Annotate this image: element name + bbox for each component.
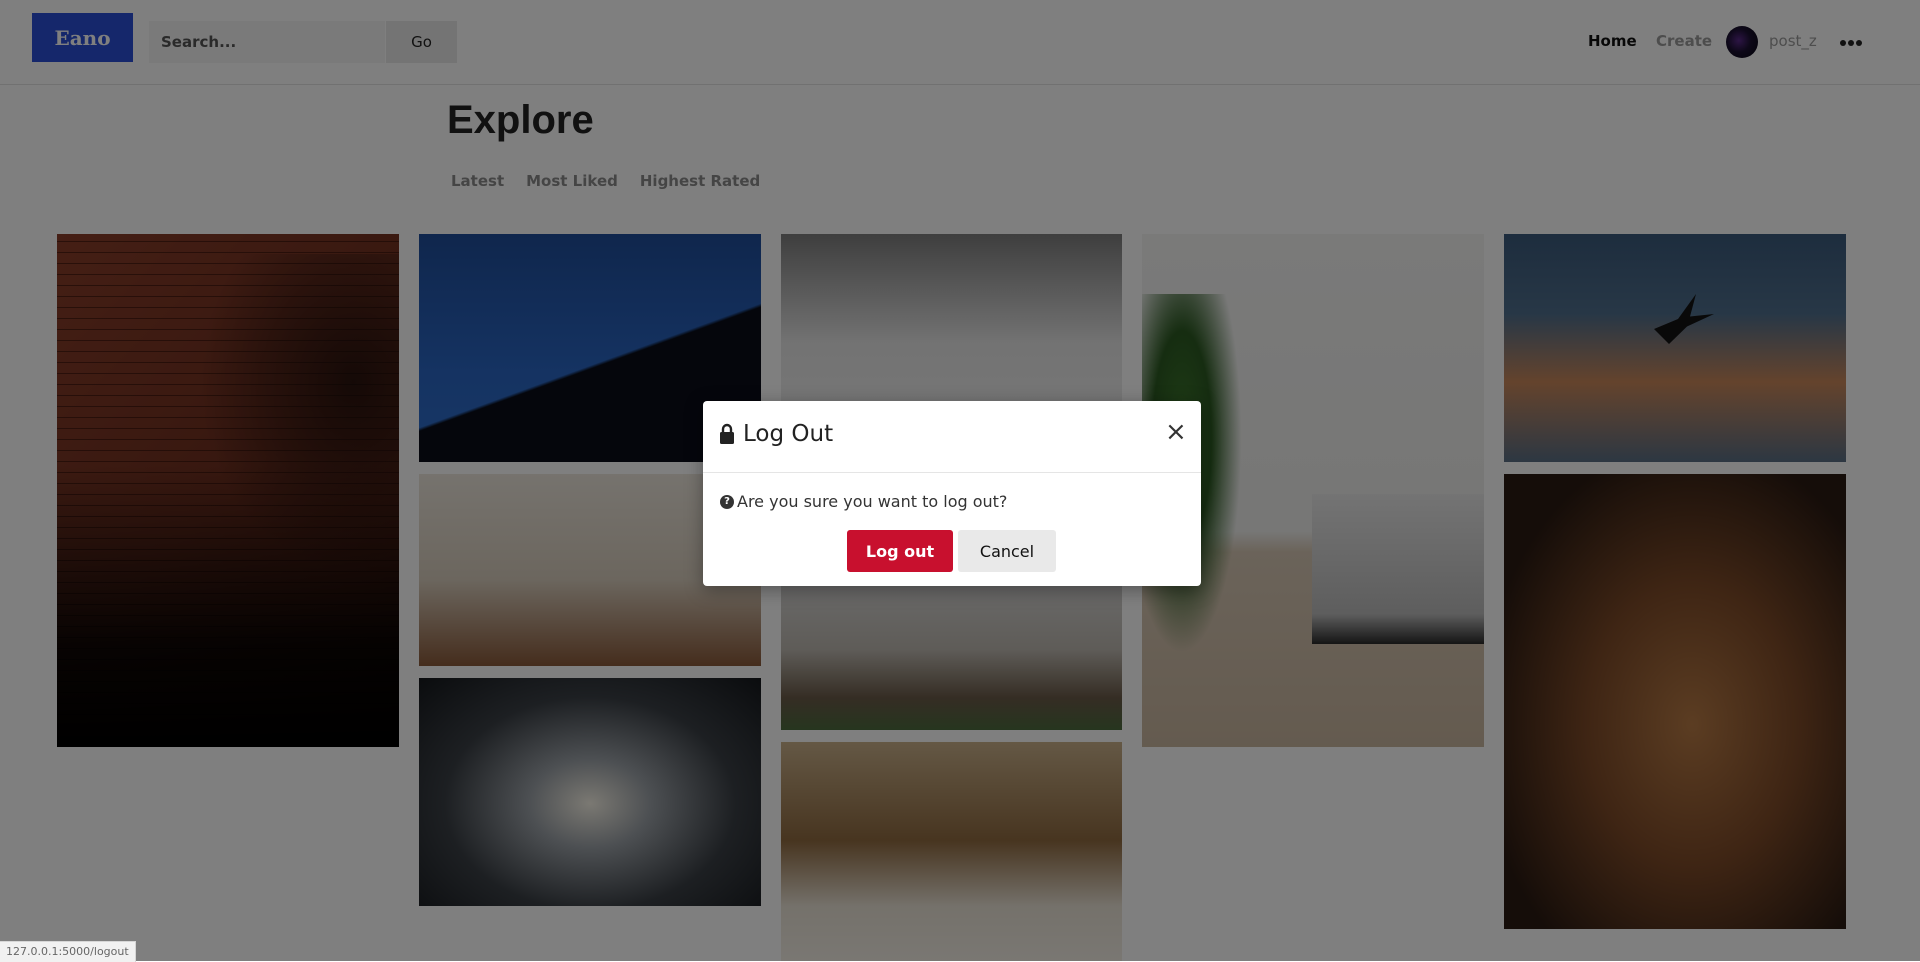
modal-title: Log Out — [743, 421, 834, 447]
cancel-button[interactable]: Cancel — [958, 530, 1056, 572]
question-circle-icon: ? — [720, 495, 734, 509]
logout-modal: Log Out × ? Are you sure you want to log… — [703, 401, 1201, 586]
modal-header: Log Out × — [703, 401, 1201, 473]
lock-icon — [720, 423, 734, 444]
close-icon[interactable]: × — [1165, 419, 1187, 445]
link-status-bar: 127.0.0.1:5000/logout — [0, 941, 136, 962]
modal-message: Are you sure you want to log out? — [737, 492, 1008, 511]
confirm-logout-button[interactable]: Log out — [847, 530, 953, 572]
